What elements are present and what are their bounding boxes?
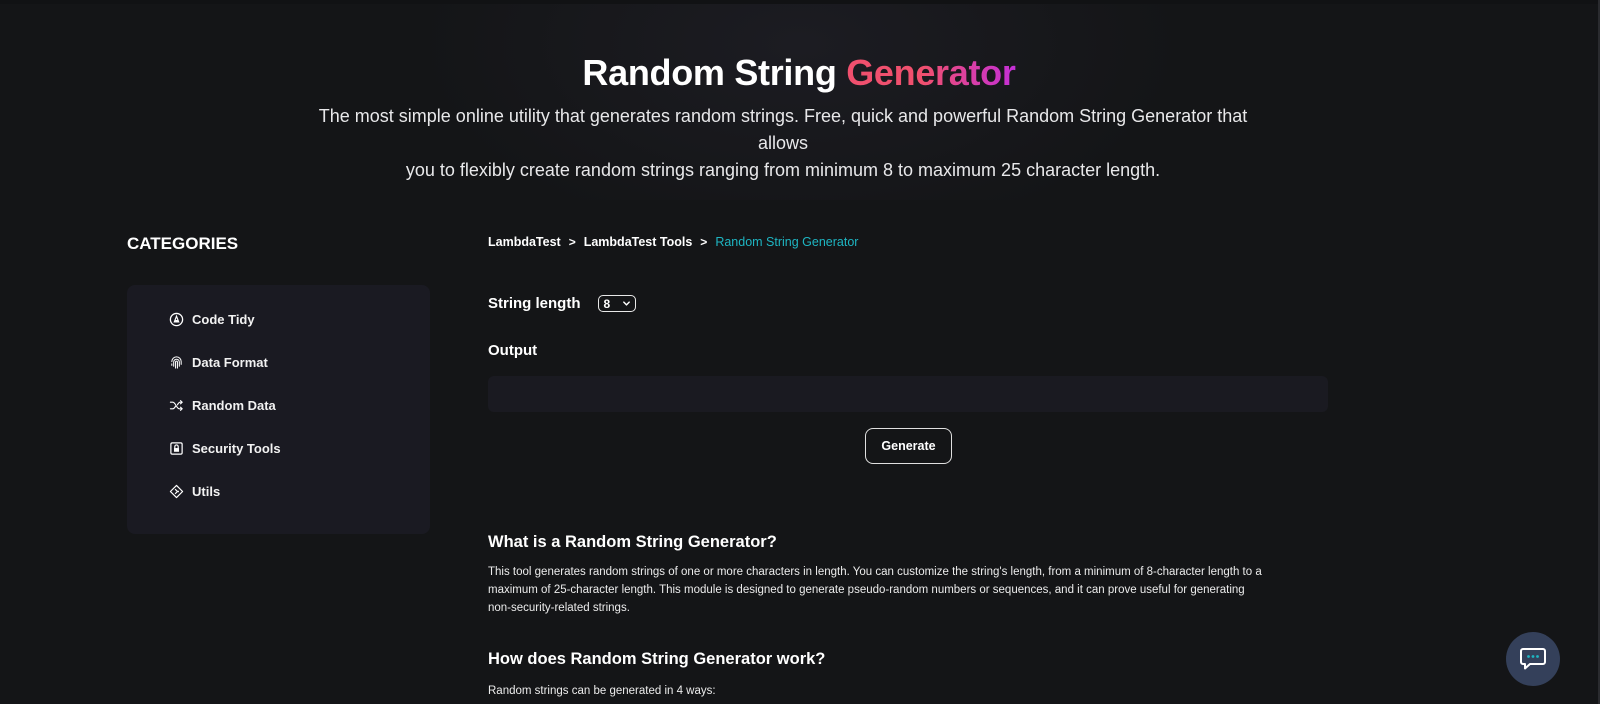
shuffle-icon xyxy=(169,400,183,411)
output-field[interactable] xyxy=(488,376,1328,412)
title-main: Random String xyxy=(582,52,847,93)
chat-button[interactable] xyxy=(1506,632,1560,686)
sidebar-item-label: Utils xyxy=(192,484,221,499)
sidebar-item-label: Data Format xyxy=(192,355,268,370)
sidebar-item-data-format[interactable]: Data Format xyxy=(169,355,268,370)
paragraph-line: This tool generates random strings of on… xyxy=(488,566,1262,578)
breadcrumb-link-tools[interactable]: LambdaTest Tools xyxy=(584,235,693,249)
breadcrumb: LambdaTest > LambdaTest Tools > Random S… xyxy=(488,235,858,249)
sidebar-item-utils[interactable]: Utils xyxy=(169,484,220,499)
breadcrumb-separator-icon: > xyxy=(568,235,576,249)
fingerprint-icon xyxy=(171,356,182,369)
string-length-select[interactable]: 8 xyxy=(597,295,636,312)
sidebar-item-label: Security Tools xyxy=(192,441,281,456)
categories-heading: CATEGORIES xyxy=(127,234,239,253)
chat-bubble-icon xyxy=(1520,648,1546,670)
string-length-label: String length xyxy=(488,295,581,312)
breadcrumb-separator-icon: > xyxy=(700,235,708,249)
page-title: Random String Generator xyxy=(0,52,1598,94)
generate-button[interactable]: Generate xyxy=(865,428,952,464)
sidebar-item-security-tools[interactable]: Security Tools xyxy=(169,441,281,456)
hero-description-line: you to flexibly create random strings ra… xyxy=(405,160,1161,180)
title-accent: Generator xyxy=(846,52,1016,93)
sidebar-item-random-data[interactable]: Random Data xyxy=(169,398,276,413)
breadcrumb-current: Random String Generator xyxy=(715,235,859,249)
section-paragraph-what-is: This tool generates random strings of on… xyxy=(488,563,1338,617)
breadcrumb-link-lambdatest[interactable]: LambdaTest xyxy=(488,235,561,249)
section-heading-how-works: How does Random String Generator work? xyxy=(488,650,826,668)
sidebar-item-code-tidy[interactable]: Code Tidy xyxy=(169,312,255,327)
code-tidy-icon xyxy=(169,312,184,327)
hero-description: The most simple online utility that gene… xyxy=(300,103,1266,184)
utils-diamond-icon xyxy=(169,484,184,499)
output-label: Output xyxy=(488,342,538,359)
chevron-down-icon xyxy=(622,301,630,306)
page: Random String Generator The most simple … xyxy=(0,0,1600,704)
categories-sidebar: Code Tidy Data Format Random Data Securi… xyxy=(127,285,430,534)
string-length-row: String length 8 xyxy=(488,295,636,312)
sidebar-item-label: Random Data xyxy=(192,398,276,413)
section-paragraph-how-works: Random strings can be generated in 4 way… xyxy=(488,685,716,697)
section-heading-what-is: What is a Random String Generator? xyxy=(488,533,777,551)
sidebar-item-label: Code Tidy xyxy=(192,312,255,327)
paragraph-line: non-security-related strings. xyxy=(488,602,630,614)
paragraph-line: maximum of 25-character length. This mod… xyxy=(488,584,1245,596)
lock-icon xyxy=(170,442,183,455)
string-length-value: 8 xyxy=(603,296,611,311)
hero-section: Random String Generator The most simple … xyxy=(0,0,1598,200)
hero-description-line: The most simple online utility that gene… xyxy=(318,106,1248,153)
